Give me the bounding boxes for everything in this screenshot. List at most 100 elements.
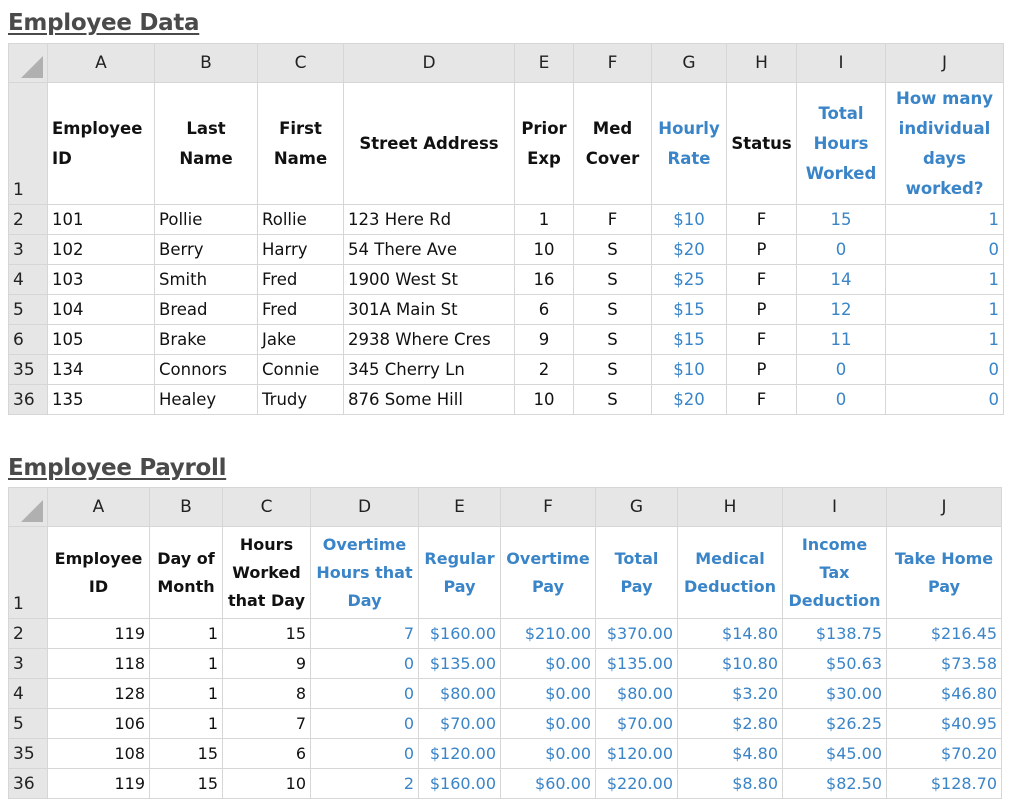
cell-days-worked[interactable]: 0 [885,384,1004,415]
select-all-corner[interactable] [8,43,48,83]
header-take-home-pay[interactable]: Take Home Pay [886,526,1002,619]
cell-regular-pay[interactable]: $80.00 [418,678,501,709]
column-header-f[interactable]: F [500,487,596,527]
column-header-e[interactable]: E [418,487,501,527]
cell-overtime-pay[interactable]: $0.00 [500,678,596,709]
header-income-tax-deduction[interactable]: Income Tax Deduction [782,526,887,619]
cell-medical-deduction[interactable]: $10.80 [677,648,783,679]
cell-med-cover[interactable]: S [573,264,652,295]
cell-prior-exp[interactable]: 10 [514,384,574,415]
cell-last-name[interactable]: Healey [154,384,258,415]
row-header[interactable]: 4 [8,264,48,295]
cell-overtime-pay[interactable]: $0.00 [500,648,596,679]
cell-status[interactable]: F [726,324,797,355]
cell-overtime-hours[interactable]: 7 [310,618,419,649]
cell-take-home-pay[interactable]: $46.80 [886,678,1002,709]
cell-first-name[interactable]: Jake [257,324,344,355]
cell-medical-deduction[interactable]: $2.80 [677,708,783,739]
cell-med-cover[interactable]: S [573,384,652,415]
cell-overtime-pay[interactable]: $60.00 [500,768,596,799]
cell-status[interactable]: F [726,384,797,415]
cell-employee-id[interactable]: 135 [47,384,155,415]
column-header-b[interactable]: B [154,43,258,83]
cell-days-worked[interactable]: 1 [885,324,1004,355]
cell-prior-exp[interactable]: 9 [514,324,574,355]
cell-day-of-month[interactable]: 15 [149,738,223,769]
cell-employee-id[interactable]: 119 [47,768,150,799]
cell-first-name[interactable]: Fred [257,294,344,325]
column-header-a[interactable]: A [47,43,155,83]
cell-total-pay[interactable]: $370.00 [595,618,678,649]
cell-street-address[interactable]: 345 Cherry Ln [343,354,515,385]
column-header-h[interactable]: H [726,43,797,83]
column-header-g[interactable]: G [651,43,727,83]
cell-regular-pay[interactable]: $70.00 [418,708,501,739]
cell-med-cover[interactable]: S [573,354,652,385]
column-header-g[interactable]: G [595,487,678,527]
cell-take-home-pay[interactable]: $40.95 [886,708,1002,739]
cell-total-hours[interactable]: 0 [796,354,886,385]
header-status[interactable]: Status [726,82,797,205]
cell-overtime-pay[interactable]: $0.00 [500,708,596,739]
cell-overtime-hours[interactable]: 0 [310,738,419,769]
row-header[interactable]: 35 [8,738,48,769]
cell-hourly-rate[interactable]: $10 [651,354,727,385]
cell-regular-pay[interactable]: $160.00 [418,618,501,649]
select-all-corner[interactable] [8,487,48,527]
cell-income-tax-deduction[interactable]: $26.25 [782,708,887,739]
column-header-c[interactable]: C [257,43,344,83]
cell-first-name[interactable]: Trudy [257,384,344,415]
cell-take-home-pay[interactable]: $128.70 [886,768,1002,799]
cell-employee-id[interactable]: 104 [47,294,155,325]
cell-total-pay[interactable]: $135.00 [595,648,678,679]
cell-first-name[interactable]: Fred [257,264,344,295]
cell-hourly-rate[interactable]: $20 [651,384,727,415]
cell-income-tax-deduction[interactable]: $82.50 [782,768,887,799]
header-prior-exp[interactable]: Prior Exp [514,82,574,205]
cell-total-hours[interactable]: 0 [796,234,886,265]
cell-total-pay[interactable]: $220.00 [595,768,678,799]
column-header-c[interactable]: C [222,487,311,527]
row-header[interactable]: 2 [8,204,48,235]
cell-total-hours[interactable]: 0 [796,384,886,415]
cell-med-cover[interactable]: S [573,324,652,355]
cell-hourly-rate[interactable]: $10 [651,204,727,235]
header-med-cover[interactable]: Med Cover [573,82,652,205]
cell-prior-exp[interactable]: 2 [514,354,574,385]
cell-regular-pay[interactable]: $120.00 [418,738,501,769]
cell-day-of-month[interactable]: 1 [149,618,223,649]
cell-employee-id[interactable]: 103 [47,264,155,295]
cell-status[interactable]: P [726,294,797,325]
cell-total-pay[interactable]: $80.00 [595,678,678,709]
cell-street-address[interactable]: 54 There Ave [343,234,515,265]
row-header[interactable]: 4 [8,678,48,709]
cell-employee-id[interactable]: 119 [47,618,150,649]
cell-last-name[interactable]: Smith [154,264,258,295]
row-header[interactable]: 3 [8,234,48,265]
cell-day-of-month[interactable]: 1 [149,678,223,709]
cell-days-worked[interactable]: 0 [885,234,1004,265]
row-header[interactable]: 36 [8,768,48,799]
cell-prior-exp[interactable]: 10 [514,234,574,265]
cell-days-worked[interactable]: 1 [885,294,1004,325]
cell-overtime-pay[interactable]: $210.00 [500,618,596,649]
header-street-address[interactable]: Street Address [343,82,515,205]
cell-hourly-rate[interactable]: $15 [651,294,727,325]
cell-status[interactable]: F [726,264,797,295]
column-header-j[interactable]: J [886,487,1002,527]
column-header-d[interactable]: D [343,43,515,83]
header-regular-pay[interactable]: Regular Pay [418,526,501,619]
header-medical-deduction[interactable]: Medical Deduction [677,526,783,619]
cell-overtime-hours[interactable]: 2 [310,768,419,799]
cell-street-address[interactable]: 876 Some Hill [343,384,515,415]
header-days-worked[interactable]: How many individual days worked? [885,82,1004,205]
cell-med-cover[interactable]: F [573,204,652,235]
cell-overtime-hours[interactable]: 0 [310,678,419,709]
column-header-j[interactable]: J [885,43,1004,83]
cell-income-tax-deduction[interactable]: $50.63 [782,648,887,679]
cell-prior-exp[interactable]: 1 [514,204,574,235]
column-header-e[interactable]: E [514,43,574,83]
header-hours-worked[interactable]: Hours Worked that Day [222,526,311,619]
cell-hours-worked[interactable]: 9 [222,648,311,679]
cell-overtime-hours[interactable]: 0 [310,648,419,679]
